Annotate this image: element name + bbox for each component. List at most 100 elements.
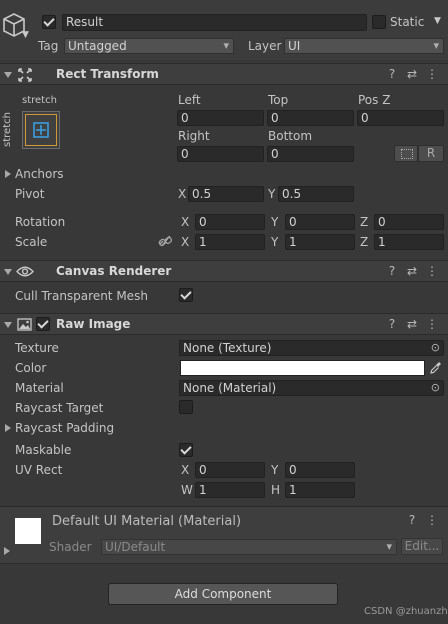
help-icon[interactable]: ? [402,513,422,527]
scale-x-label: X [181,235,190,249]
blueprint-icon [401,149,413,159]
uv-x-field[interactable]: 0 [195,462,265,478]
raycast-padding-label[interactable]: Raycast Padding [15,420,114,436]
material-preview-foldout-icon[interactable] [4,547,10,555]
foldout-arrow-icon[interactable] [4,322,12,328]
help-icon[interactable]: ? [382,67,402,81]
static-checkbox[interactable] [372,15,386,29]
uv-w-label: W [181,483,193,497]
uv-rect-label: UV Rect [15,463,63,477]
maskable-label: Maskable [15,443,72,457]
constrain-proportions-icon[interactable] [158,236,172,248]
active-checkbox[interactable] [42,15,56,29]
eye-icon [16,266,34,277]
more-options-icon[interactable]: ⋮ [422,264,442,278]
rect-transform-icon [18,68,32,82]
raw-edit-button[interactable]: R [418,145,444,162]
scale-x-field[interactable]: 1 [195,234,265,250]
pivot-x-field[interactable]: 0.5 [188,186,264,202]
shader-dropdown[interactable]: UI/Default [101,539,397,555]
raycast-target-checkbox[interactable] [179,400,193,414]
object-header: ▼ Result Static ▼ Tag Untagged Layer UI [0,0,448,60]
foldout-arrow-icon[interactable] [4,72,12,78]
shader-edit-button[interactable]: Edit... [401,538,443,555]
icon-dropdown-arrow-icon[interactable]: ▼ [22,30,29,40]
watermark: CSDN @zhuanzhuo [364,606,448,617]
uv-y-field[interactable]: 0 [285,462,355,478]
pivot-y-field[interactable]: 0.5 [278,186,354,202]
raycast-padding-foldout-icon[interactable] [5,424,11,432]
texture-field[interactable]: None (Texture) [179,340,444,356]
presets-icon[interactable]: ⇄ [402,264,422,278]
object-name-field[interactable]: Result [62,14,367,31]
rotation-x-field[interactable]: 0 [195,214,265,230]
more-options-icon[interactable]: ⋮ [422,317,442,331]
anchor-side-label: stretch [1,112,13,147]
tag-dropdown[interactable]: Untagged [64,38,234,54]
anchor-presets-button[interactable] [22,111,60,149]
material-label: Material [15,381,64,395]
rotation-z-field[interactable]: 0 [374,214,444,230]
texture-label: Texture [15,341,59,355]
layer-dropdown[interactable]: UI [284,38,444,54]
scale-label: Scale [15,235,48,249]
image-icon [17,318,32,331]
color-swatch[interactable] [180,360,425,376]
component-header-icons: ? ⇄ ⋮ [382,317,442,331]
static-dropdown-icon[interactable]: ▼ [434,16,441,26]
help-icon[interactable]: ? [382,264,402,278]
pivot-label: Pivot [15,187,45,201]
material-preview-panel: Default UI Material (Material) ? ⋮ Shader… [0,506,448,564]
shader-label: Shader [49,540,92,554]
rect-transform-title: Rect Transform [56,67,159,81]
material-preview-title: Default UI Material (Material) [52,514,242,529]
foldout-arrow-icon[interactable] [4,269,12,275]
raw-image-enabled-checkbox[interactable] [36,317,50,331]
presets-icon[interactable]: ⇄ [402,317,422,331]
rect-transform-header[interactable]: Rect Transform ? ⇄ ⋮ [0,63,448,85]
raw-image-header[interactable]: Raw Image ? ⇄ ⋮ [0,313,448,335]
scale-y-label: Y [271,235,279,249]
maskable-checkbox[interactable] [179,443,193,457]
left-label: Left [178,93,201,107]
canvas-renderer-title: Canvas Renderer [56,264,172,278]
uv-h-label: H [271,483,281,497]
uv-w-field[interactable]: 1 [195,482,265,498]
bottom-field[interactable]: 0 [267,146,354,162]
material-field[interactable]: None (Material) [179,380,444,396]
uv-y-label: Y [271,463,279,477]
more-options-icon[interactable]: ⋮ [422,513,442,527]
raw-image-title: Raw Image [56,317,131,331]
cull-transparent-mesh-checkbox[interactable] [179,288,193,302]
top-label: Top [268,93,289,107]
left-field[interactable]: 0 [177,110,264,126]
rotation-z-label: Z [360,215,369,229]
presets-icon[interactable]: ⇄ [402,67,422,81]
anchor-top-label: stretch [22,95,57,106]
cull-transparent-mesh-label: Cull Transparent Mesh [15,289,148,303]
raycast-target-label: Raycast Target [15,401,104,415]
uv-x-label: X [181,463,190,477]
rotation-label: Rotation [15,215,66,229]
help-icon[interactable]: ? [382,317,402,331]
scale-z-label: Z [360,235,369,249]
rotation-x-label: X [181,215,190,229]
scale-z-field[interactable]: 1 [374,234,444,250]
pivot-x-label: X [178,187,187,201]
posz-field[interactable]: 0 [357,110,444,126]
eyedropper-icon[interactable] [430,361,442,375]
add-component-button[interactable]: Add Component [108,583,338,605]
uv-h-field[interactable]: 1 [285,482,355,498]
right-field[interactable]: 0 [177,146,264,162]
color-label: Color [15,361,47,375]
anchors-foldout-icon[interactable] [5,170,11,178]
component-header-icons: ? ⇄ ⋮ [382,67,442,81]
top-field[interactable]: 0 [267,110,354,126]
rotation-y-field[interactable]: 0 [285,214,355,230]
blueprint-mode-button[interactable] [394,145,418,162]
more-options-icon[interactable]: ⋮ [422,67,442,81]
scale-y-field[interactable]: 1 [285,234,355,250]
material-preview-swatch [15,518,41,544]
anchors-label[interactable]: Anchors [15,166,64,182]
canvas-renderer-header[interactable]: Canvas Renderer ? ⇄ ⋮ [0,260,448,282]
